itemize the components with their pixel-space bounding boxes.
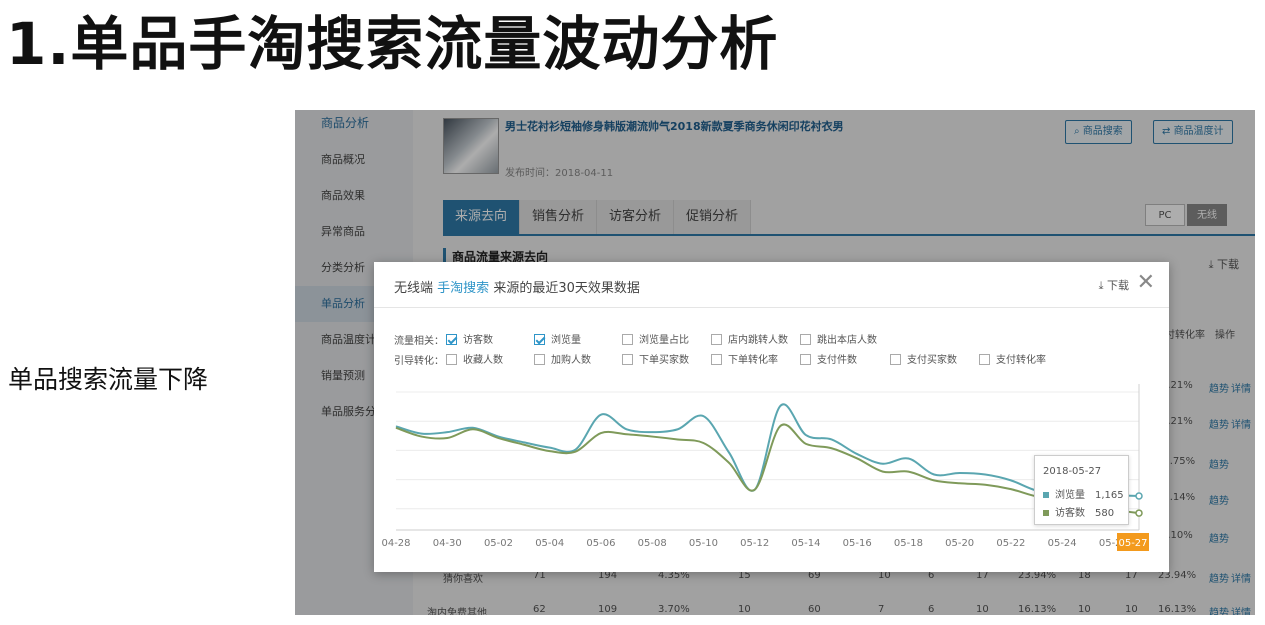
checkbox-checked-icon[interactable]	[534, 333, 545, 345]
series-line-visitors	[395, 423, 1140, 515]
metric-label: 访客数	[463, 335, 493, 346]
modal-title-prefix: 无线端	[394, 281, 434, 296]
metric-label: 支付件数	[817, 355, 857, 366]
checkbox-icon[interactable]	[622, 333, 633, 345]
tooltip-series-value: 580	[1095, 508, 1115, 519]
checkbox-icon[interactable]	[711, 333, 722, 345]
close-icon[interactable]: ✕	[1137, 272, 1155, 294]
metric-checkbox-visitors[interactable]: 访客数	[446, 331, 493, 347]
metric-label: 跳出本店人数	[817, 335, 877, 346]
x-tick-label: 05-10	[689, 538, 718, 549]
metric-label: 支付转化率	[996, 355, 1046, 366]
checkbox-icon[interactable]	[890, 353, 901, 365]
checkbox-icon[interactable]	[446, 353, 457, 365]
slide-title: 1.单品手淘搜索流量波动分析	[6, 10, 779, 78]
x-tick-label: 05-16	[843, 538, 872, 549]
data-point	[1135, 492, 1143, 500]
metric-label: 下单买家数	[639, 355, 689, 366]
metric-checkbox-pageviews[interactable]: 浏览量	[534, 331, 581, 347]
data-point	[1135, 509, 1143, 517]
metric-checkbox-order-rate[interactable]: 下单转化率	[711, 351, 778, 367]
metric-checkbox-pay-items[interactable]: 支付件数	[800, 351, 857, 367]
x-tick-label: 05-04	[535, 538, 564, 549]
x-tick-label: 05-14	[791, 538, 820, 549]
metric-label: 浏览量占比	[639, 335, 689, 346]
metric-checkbox-bounce[interactable]: 跳出本店人数	[800, 331, 877, 347]
metric-checkbox-internal-jump[interactable]: 店内跳转人数	[711, 331, 788, 347]
filter-row-traffic: 流量相关： 访客数 浏览量 浏览量占比 店内跳转人数 跳出本店人数	[394, 331, 1154, 347]
modal-header: 无线端 手淘搜索 来源的最近30天效果数据 ⤓ 下载 ✕	[374, 262, 1169, 308]
metric-checkbox-pay-buyers[interactable]: 支付买家数	[890, 351, 957, 367]
modal-title-suffix: 来源的最近30天效果数据	[493, 281, 640, 296]
tooltip-row-pageviews: 浏览量 1,165	[1043, 486, 1124, 501]
trend-modal: 无线端 手淘搜索 来源的最近30天效果数据 ⤓ 下载 ✕ 流量相关： 访客数 浏…	[374, 262, 1169, 572]
metric-checkbox-order-buyers[interactable]: 下单买家数	[622, 351, 689, 367]
side-note: 单品搜索流量下降	[8, 365, 209, 394]
metric-checkbox-pv-share[interactable]: 浏览量占比	[622, 331, 689, 347]
tooltip-row-visitors: 访客数 580	[1043, 504, 1114, 519]
tooltip-date: 2018-05-27	[1043, 466, 1102, 477]
metric-label: 支付买家数	[907, 355, 957, 366]
checkbox-checked-icon[interactable]	[446, 333, 457, 345]
download-icon: ⤓	[1098, 279, 1107, 292]
modal-title: 无线端 手淘搜索 来源的最近30天效果数据	[394, 277, 640, 296]
metric-label: 店内跳转人数	[728, 335, 788, 346]
metric-label: 加购人数	[551, 355, 591, 366]
checkbox-icon[interactable]	[800, 333, 811, 345]
legend-swatch-icon	[1043, 492, 1049, 498]
x-tick-label: 05-24	[1048, 538, 1077, 549]
modal-download-link[interactable]: ⤓ 下载	[1099, 277, 1129, 293]
x-tick-label: 05-12	[740, 538, 769, 549]
x-tick-label: 05-08	[638, 538, 667, 549]
metric-checkbox-pay-rate[interactable]: 支付转化率	[979, 351, 1046, 367]
x-tick-label: 05-27	[1118, 538, 1147, 549]
chart-tooltip: 2018-05-27 浏览量 1,165 访客数 580	[1034, 455, 1129, 525]
checkbox-icon[interactable]	[800, 353, 811, 365]
metric-label: 浏览量	[551, 335, 581, 346]
checkbox-icon[interactable]	[711, 353, 722, 365]
checkbox-icon[interactable]	[979, 353, 990, 365]
checkbox-icon[interactable]	[534, 353, 545, 365]
modal-title-source: 手淘搜索	[437, 281, 490, 296]
modal-download-label: 下载	[1107, 279, 1129, 292]
x-tick-label: 04-30	[433, 538, 462, 549]
filter-row-conversion: 引导转化： 收藏人数 加购人数 下单买家数 下单转化率 支付件数 支付买家数 支…	[394, 351, 1154, 367]
x-tick-label: 05-22	[996, 538, 1025, 549]
tooltip-series-name: 访客数	[1055, 508, 1085, 519]
tooltip-series-value: 1,165	[1095, 490, 1124, 501]
tooltip-series-name: 浏览量	[1055, 490, 1085, 501]
filter-label-traffic: 流量相关：	[394, 336, 444, 347]
legend-swatch-icon	[1043, 510, 1049, 516]
metric-checkbox-favorites[interactable]: 收藏人数	[446, 351, 503, 367]
metric-label: 下单转化率	[728, 355, 778, 366]
x-tick-label: 05-20	[945, 538, 974, 549]
x-tick-label: 05-18	[894, 538, 923, 549]
x-tick-label: 05-02	[484, 538, 513, 549]
checkbox-icon[interactable]	[622, 353, 633, 365]
filter-label-conversion: 引导转化：	[394, 356, 444, 367]
metric-label: 收藏人数	[463, 355, 503, 366]
x-tick-label: 04-28	[381, 538, 410, 549]
x-tick-label: 05-06	[586, 538, 615, 549]
metric-checkbox-cart[interactable]: 加购人数	[534, 351, 591, 367]
